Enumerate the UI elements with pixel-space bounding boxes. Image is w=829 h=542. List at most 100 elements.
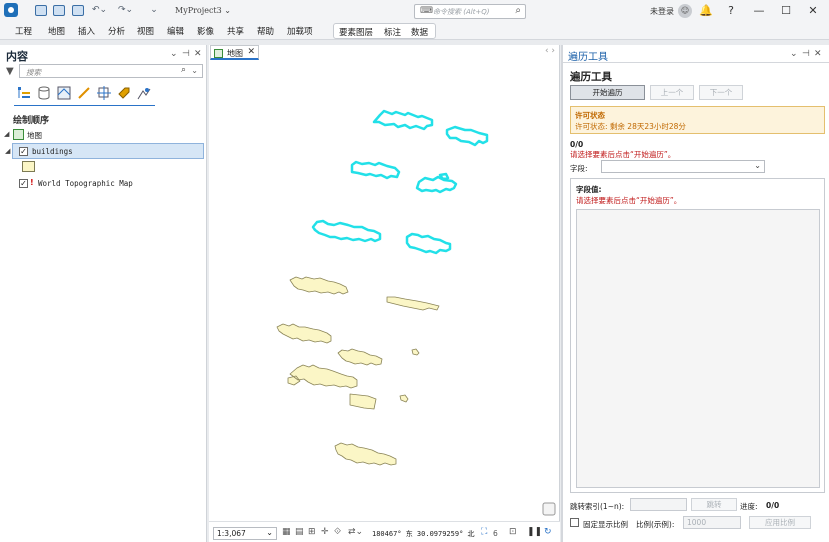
license-status-box: 许可状态 许可状态: 剩余 28天23小时28分 <box>570 106 825 134</box>
ratio-input[interactable]: 1000 <box>683 516 741 529</box>
expand-icon[interactable]: ◢ <box>4 130 9 138</box>
undo-icon[interactable]: ↶⌄ <box>92 5 107 16</box>
customize-quick-access-icon[interactable]: ⌄ <box>148 5 160 16</box>
toolbar-underline <box>14 105 155 106</box>
progress-value: 0/0 <box>766 501 780 510</box>
selected-building <box>350 160 401 180</box>
new-project-icon[interactable] <box>35 5 47 16</box>
auto-hide-icon[interactable]: ⊣ <box>802 49 810 59</box>
list-by-source-icon[interactable] <box>36 85 52 101</box>
feature-layer-context-tabs: 要素图层 标注 数据 <box>333 23 436 39</box>
close-pane-button[interactable]: ✕ <box>194 49 202 59</box>
building <box>399 394 409 403</box>
maximize-button[interactable]: ☐ <box>778 3 794 19</box>
tab-project[interactable]: 工程 <box>15 25 32 37</box>
tab-data[interactable]: 数据 <box>411 26 428 38</box>
map-node[interactable]: ◢ 地图 <box>4 127 194 143</box>
field-select[interactable]: ⌄ <box>601 160 765 173</box>
tab-feature-layer[interactable]: 要素图层 <box>339 26 373 38</box>
pane-options-icon[interactable]: ⌄ <box>790 49 798 59</box>
tab-edit[interactable]: 编辑 <box>167 25 184 37</box>
layer-symbol-swatch[interactable] <box>22 161 35 172</box>
help-button[interactable]: ? <box>723 3 739 19</box>
start-traversal-button[interactable]: 开始遍历 <box>570 85 645 100</box>
close-window-button[interactable]: ✕ <box>805 3 821 19</box>
command-search-input[interactable]: ⌨ 命令搜索 (Alt+Q) ⌕ <box>414 4 526 19</box>
progress-label: 进度: <box>740 502 758 511</box>
project-name[interactable]: MyProject3 ⌄ <box>175 6 231 15</box>
jump-index-input[interactable] <box>630 498 687 511</box>
next-button[interactable]: 下一个 <box>699 85 743 100</box>
jump-button[interactable]: 跳转 <box>691 498 737 511</box>
tab-view[interactable]: 视图 <box>137 25 154 37</box>
guides-icon[interactable]: ⊞ <box>308 527 316 537</box>
basemap-visibility-checkbox[interactable]: ✓ <box>19 179 28 188</box>
refresh-tiles-icon[interactable]: ⊡ <box>509 527 517 537</box>
notifications-icon[interactable]: 🔔 <box>698 3 714 19</box>
field-values-group: 字段值: 请选择要素后点击“开始遍历”。 <box>570 178 825 493</box>
contents-search-placeholder: 搜索 <box>26 68 41 77</box>
tab-add-in[interactable]: 加载项 <box>287 25 313 37</box>
layer-visibility-checkbox[interactable]: ✓ <box>19 147 28 156</box>
sign-in-status[interactable]: 未登录 <box>650 6 674 17</box>
selected-building <box>415 172 458 194</box>
map-tab[interactable]: 地图 ✕ <box>210 45 259 60</box>
list-by-drawing-order-icon[interactable] <box>16 85 32 101</box>
tab-imagery[interactable]: 影像 <box>197 25 214 37</box>
save-project-icon[interactable] <box>72 5 84 16</box>
building <box>287 364 358 389</box>
navigation-icon[interactable]: ⟐ <box>334 527 341 537</box>
layer-row-buildings[interactable]: ◢ ✓ buildings <box>5 143 204 159</box>
coordinate-options-icon[interactable]: ⇄⌄ <box>348 527 363 537</box>
apply-scale-button[interactable]: 应用比例 <box>749 516 811 529</box>
selected-building <box>445 125 489 147</box>
pane-options-icon[interactable]: ⌄ <box>170 49 178 59</box>
scale-selector[interactable]: 1:3,067 ⌄ <box>213 527 277 540</box>
tab-help[interactable]: 帮助 <box>257 25 274 37</box>
user-avatar-icon[interactable]: ☺ <box>678 4 692 18</box>
selected-features-icon[interactable]: ⛶ <box>481 527 487 537</box>
redo-icon[interactable]: ↷⌄ <box>118 5 133 16</box>
header-divider <box>563 62 829 63</box>
list-by-snapping-icon[interactable] <box>96 85 112 101</box>
map-canvas[interactable] <box>212 60 558 520</box>
search-icon: ⌕ <box>180 65 186 75</box>
selected-building <box>311 219 382 243</box>
chevron-down-icon[interactable]: ⌄ <box>191 66 198 75</box>
attribution-icon[interactable] <box>542 502 556 516</box>
close-map-tab-icon[interactable]: ✕ <box>247 47 255 57</box>
field-values-list[interactable] <box>576 209 820 488</box>
fixed-scale-checkbox[interactable] <box>570 518 579 527</box>
snapping-icon[interactable]: ✛ <box>321 527 329 537</box>
tab-analysis[interactable]: 分析 <box>108 25 125 37</box>
basemap-row[interactable]: ✓ ! World Topographic Map <box>16 176 206 192</box>
tab-labeling[interactable]: 标注 <box>384 26 401 38</box>
view-nav-arrows-icon[interactable]: ‹ › <box>545 46 555 56</box>
list-by-editing-icon[interactable] <box>76 85 92 101</box>
list-by-selection-icon[interactable] <box>56 85 72 101</box>
chevron-down-icon: ⌄ <box>266 528 273 537</box>
table-icon[interactable]: ▤ <box>295 527 304 537</box>
grid-icon[interactable]: ▦ <box>282 527 291 537</box>
expand-icon[interactable]: ◢ <box>5 147 10 155</box>
building <box>337 348 383 366</box>
minimize-button[interactable]: — <box>751 3 767 19</box>
map-tab-label: 地图 <box>227 49 243 58</box>
filter-icon[interactable]: ▼ <box>6 66 14 77</box>
tab-insert[interactable]: 插入 <box>78 25 95 37</box>
list-by-labeling-icon[interactable] <box>116 85 132 101</box>
open-project-icon[interactable] <box>53 5 65 16</box>
contents-search-input[interactable]: 搜索 ⌕ ⌄ <box>19 64 203 78</box>
auto-hide-icon[interactable]: ⊣ <box>182 49 190 59</box>
tab-share[interactable]: 共享 <box>227 25 244 37</box>
close-pane-button[interactable]: ✕ <box>814 49 822 59</box>
tab-map[interactable]: 地图 <box>48 25 65 37</box>
map-view: 地图 ✕ ‹ › 1:3,067 ⌄ ▦ ▤ ⊞ ✛ ⟐ ⇄⌄ 180467° … <box>209 45 560 542</box>
license-text: 许可状态: 剩余 28天23小时28分 <box>575 122 686 131</box>
pause-drawing-icon[interactable]: ❚❚ <box>527 527 542 537</box>
list-by-perspective-imagery-icon[interactable] <box>136 85 152 101</box>
fixed-scale-label: 固定显示比例 <box>583 520 628 529</box>
previous-button[interactable]: 上一个 <box>650 85 694 100</box>
traversal-tool-pane: 遍历工具 ⌄ ⊣ ✕ 遍历工具 开始遍历 上一个 下一个 许可状态 许可状态: … <box>563 45 829 542</box>
refresh-icon[interactable]: ↻ <box>544 527 552 537</box>
